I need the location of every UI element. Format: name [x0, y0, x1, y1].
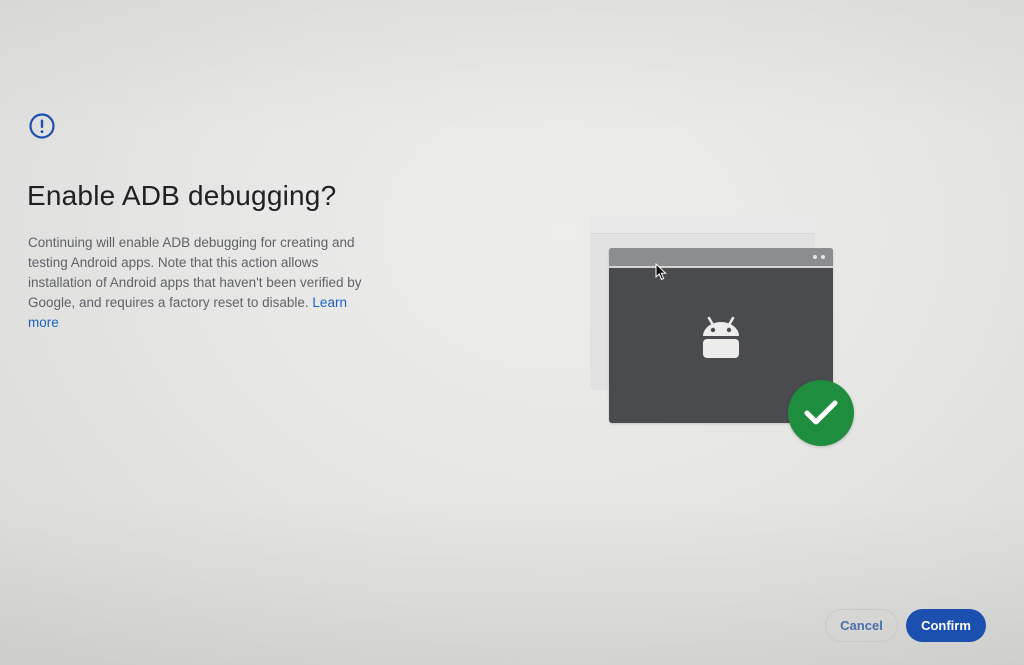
adb-illustration [585, 210, 865, 455]
android-icon [699, 314, 743, 362]
dialog-title: Enable ADB debugging? [27, 180, 337, 211]
confirm-button[interactable]: Confirm [906, 609, 986, 642]
mouse-pointer-icon [655, 262, 667, 281]
alert-circle-icon [28, 112, 56, 140]
dialog-description: Continuing will enable ADB debugging for… [28, 233, 380, 333]
cancel-button[interactable]: Cancel [825, 609, 898, 642]
foreground-window-titlebar [609, 248, 833, 268]
background-window-titlebar [590, 215, 815, 234]
check-circle-icon [788, 380, 854, 446]
window-dot [813, 255, 817, 259]
window-dot [821, 255, 825, 259]
